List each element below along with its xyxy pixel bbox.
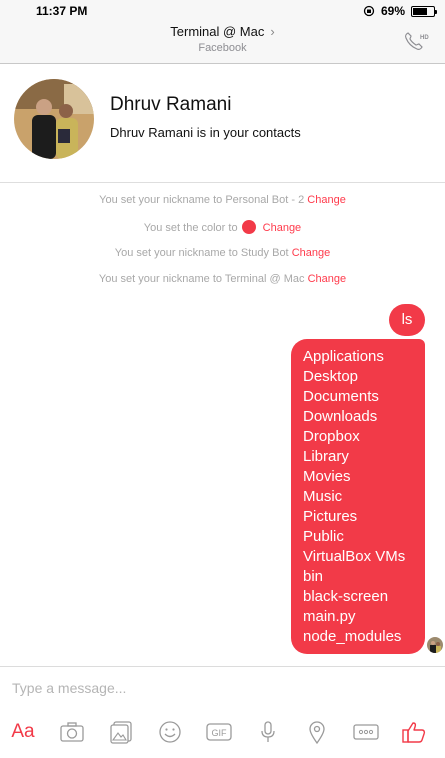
output-line: Applications <box>303 348 384 365</box>
chat-color-swatch <box>241 220 256 234</box>
output-line: bin <box>303 568 324 585</box>
message-composer: Aa GIF <box>0 666 445 758</box>
conversation-title-button[interactable]: Terminal @ Mac › <box>0 24 445 39</box>
photos-icon[interactable] <box>108 719 134 745</box>
conversation-header: Terminal @ Mac › Facebook HD <box>0 20 445 64</box>
output-line: Public <box>303 528 344 545</box>
system-message-text: You set your nickname to Terminal @ Mac <box>98 273 305 285</box>
system-message: You set your nickname to Study Bot Chang… <box>0 247 445 259</box>
output-line: VirtualBox VMs <box>303 548 406 565</box>
composer-toolbar: Aa GIF <box>0 715 445 751</box>
gif-icon[interactable]: GIF <box>206 719 232 745</box>
reply-message-bubble[interactable]: Applications Desktop Documents Downloads… <box>291 339 425 654</box>
message-input[interactable] <box>12 677 432 699</box>
change-link[interactable]: Change <box>308 273 347 285</box>
battery-percent: 69% <box>380 4 405 18</box>
contact-name: Dhruv Ramani <box>110 94 232 115</box>
system-message-text: You set your nickname to Study Bot <box>114 247 289 259</box>
status-bar: 11:37 PM 69% <box>0 0 445 20</box>
system-message-text: You set the color to <box>143 222 238 234</box>
output-line: Downloads <box>303 408 378 425</box>
output-line: node_modules <box>303 628 402 645</box>
phone-hd-icon[interactable]: HD <box>403 30 429 54</box>
output-line: Dropbox <box>303 428 360 445</box>
emoji-icon[interactable] <box>157 719 183 745</box>
output-line: Music <box>303 488 343 505</box>
change-link[interactable]: Change <box>292 247 331 259</box>
thumbs-up-icon[interactable] <box>401 719 427 745</box>
output-line: black-screen <box>303 588 389 605</box>
chevron-right-icon: › <box>270 24 275 39</box>
svg-text:HD: HD <box>420 35 429 41</box>
conversation-title: Terminal @ Mac <box>170 24 265 39</box>
output-line: main.py <box>303 608 356 625</box>
output-line: Pictures <box>303 508 358 525</box>
seen-avatar <box>427 637 443 653</box>
output-line: Desktop <box>303 368 359 385</box>
status-time: 11:37 PM <box>36 4 88 18</box>
conversation-subtitle: Facebook <box>198 42 247 54</box>
status-right: 69% <box>363 4 437 18</box>
system-message: You set the color to Change <box>0 220 445 234</box>
text-size-button[interactable]: Aa <box>10 719 36 745</box>
camera-icon[interactable] <box>59 719 85 745</box>
change-link[interactable]: Change <box>263 222 302 234</box>
output-line: Library <box>303 448 349 465</box>
system-message: You set your nickname to Personal Bot - … <box>0 194 445 206</box>
system-message-text: You set your nickname to Personal Bot - … <box>99 194 305 206</box>
output-line: Documents <box>303 388 379 405</box>
contact-avatar[interactable] <box>14 79 94 159</box>
orientation-lock-icon <box>363 5 375 17</box>
gif-label: GIF <box>212 728 228 738</box>
contact-header: Dhruv Ramani Dhruv Ramani is in your con… <box>0 64 445 183</box>
change-link[interactable]: Change <box>307 194 346 206</box>
contact-status: Dhruv Ramani is in your contacts <box>110 125 301 140</box>
output-line: Movies <box>303 468 351 485</box>
more-icon[interactable] <box>353 719 379 745</box>
location-icon[interactable] <box>304 719 330 745</box>
battery-fill <box>413 7 427 15</box>
sent-message-bubble[interactable]: ls <box>389 304 425 336</box>
system-message: You set your nickname to Terminal @ Mac … <box>0 273 445 285</box>
microphone-icon[interactable] <box>255 719 281 745</box>
battery-icon <box>411 5 437 17</box>
